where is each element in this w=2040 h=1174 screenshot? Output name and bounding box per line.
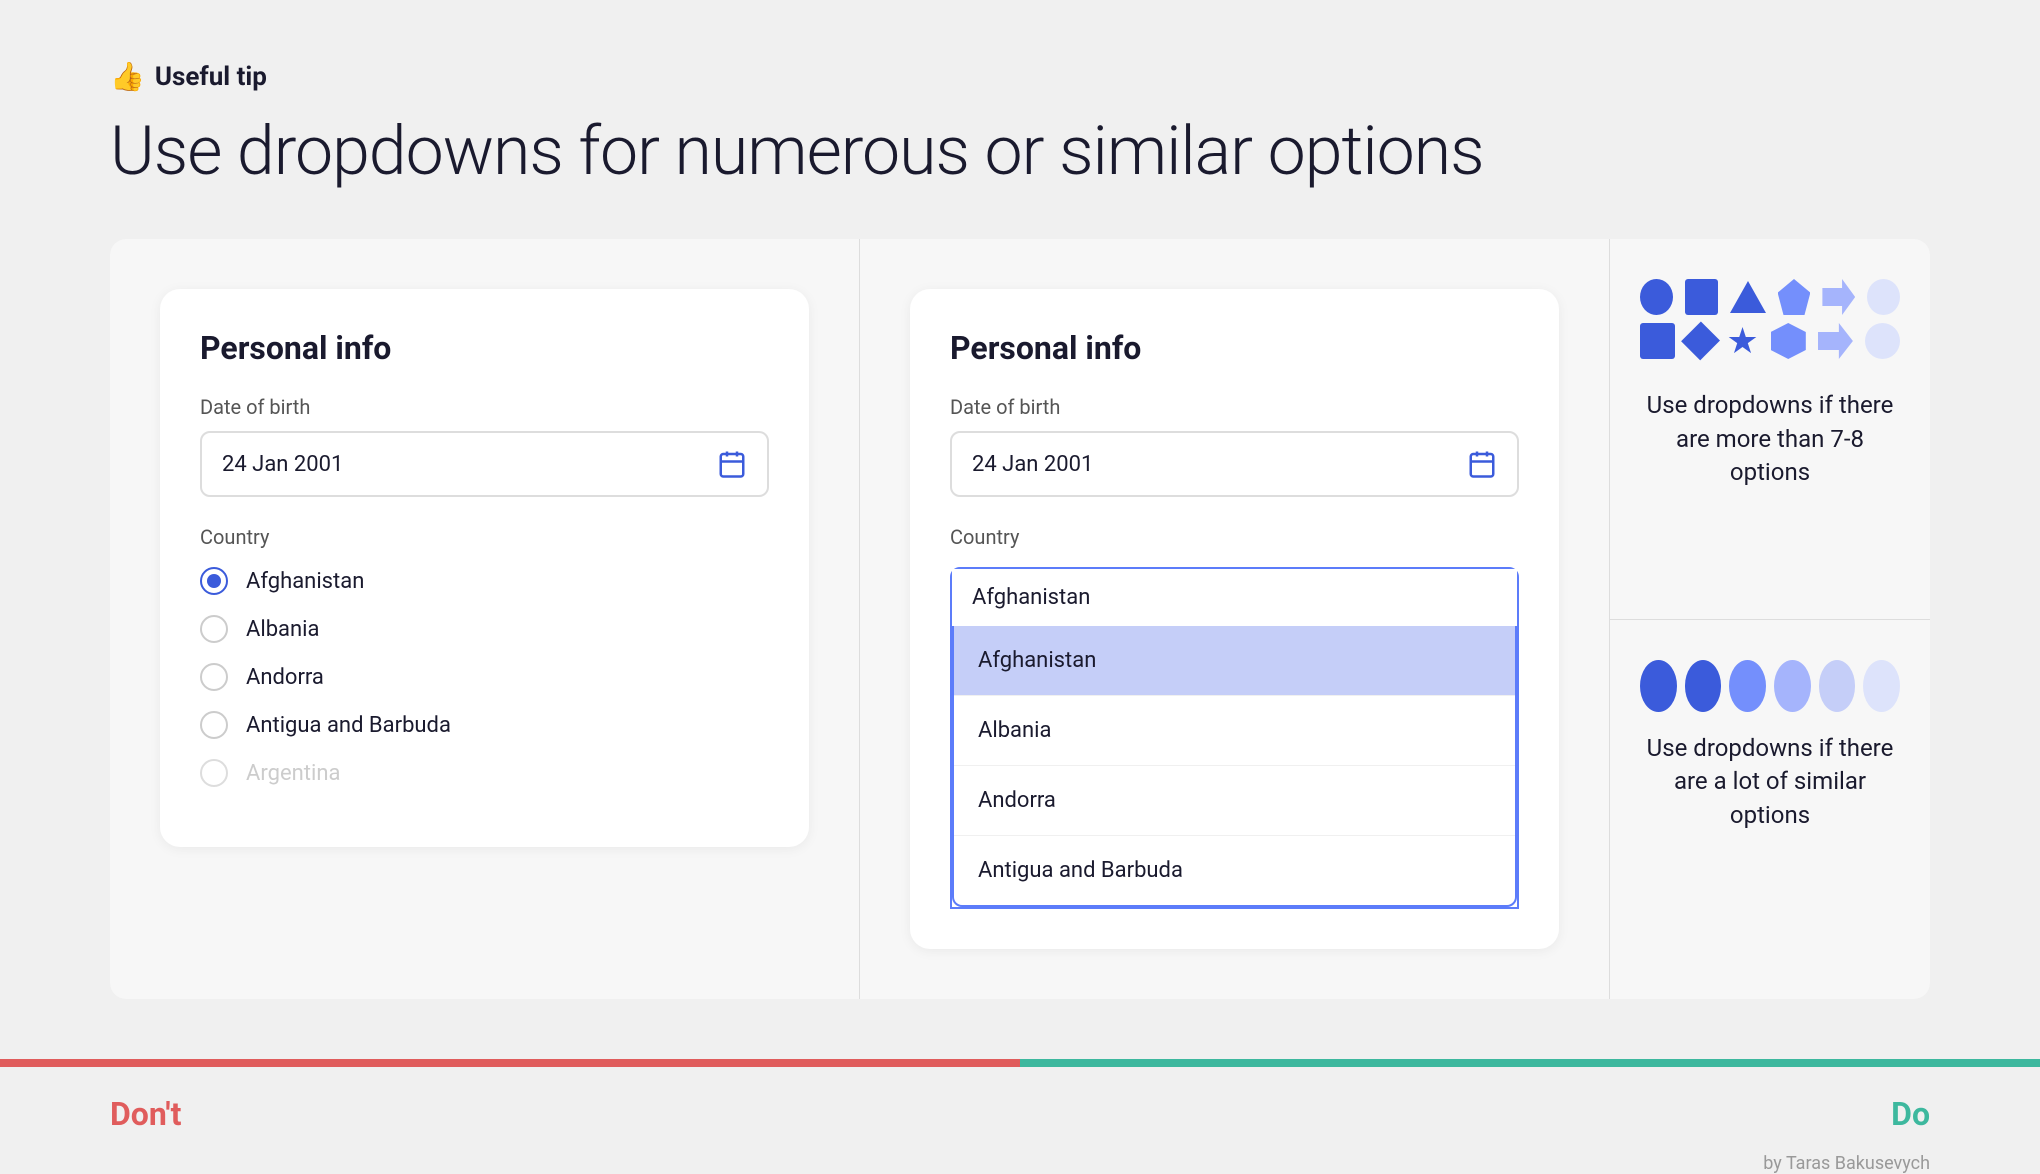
radio-item-andorra[interactable]: Andorra: [200, 663, 769, 691]
radio-label-afghanistan: Afghanistan: [246, 569, 364, 594]
circles-row: [1640, 660, 1900, 712]
dropdown-item-antigua[interactable]: Antigua and Barbuda: [954, 836, 1515, 905]
dropdown-item-andorra[interactable]: Andorra: [954, 766, 1515, 836]
radio-label-andorra: Andorra: [246, 665, 324, 690]
shape-pentagon-1: [1778, 279, 1811, 315]
thumbs-up-icon: 👍: [110, 60, 145, 93]
dont-bar: [0, 1059, 1020, 1067]
panel-right-top: ★ Use dropdowns if there are more than 7…: [1610, 239, 1930, 620]
do-label: Do: [1891, 1095, 1930, 1133]
country-dropdown[interactable]: Afghanistan Afghanistan Albania Andorra …: [950, 567, 1519, 909]
radio-label-albania: Albania: [246, 617, 320, 642]
circle-lighter-5: [1819, 660, 1856, 712]
panel-left: Personal info Date of birth 24 Jan 2001 …: [110, 239, 860, 999]
page-wrapper: 👍 Useful tip Use dropdowns for numerous …: [0, 0, 2040, 1059]
bottom-bars: [0, 1059, 2040, 1067]
panel-middle: Personal info Date of birth 24 Jan 2001 …: [860, 239, 1610, 999]
do-bar: [1020, 1059, 2040, 1067]
left-date-input[interactable]: 24 Jan 2001: [200, 431, 769, 497]
shape-circle-1: [1640, 279, 1673, 315]
middle-date-value: 24 Jan 2001: [972, 452, 1093, 477]
radio-label-antigua: Antigua and Barbuda: [246, 713, 451, 738]
circle-full-1: [1640, 660, 1677, 712]
panel-right: ★ Use dropdowns if there are more than 7…: [1610, 239, 1930, 999]
circle-lightest-6: [1863, 660, 1900, 712]
dont-label: Don't: [110, 1095, 181, 1133]
shape-circle-faded-1: [1867, 279, 1900, 315]
middle-country-label: Country: [950, 525, 1519, 549]
radio-circle-albania: [200, 615, 228, 643]
radio-circle-antigua: [200, 711, 228, 739]
shape-arrow-2: [1818, 323, 1853, 359]
shape-triangle-1: [1730, 281, 1766, 313]
shape-arrow-1: [1822, 279, 1855, 315]
dropdown-item-afghanistan[interactable]: Afghanistan: [954, 626, 1515, 696]
radio-label-argentina: Argentina: [246, 761, 340, 786]
circle-full-2: [1685, 660, 1722, 712]
radio-circle-argentina: [200, 759, 228, 787]
radio-item-antigua[interactable]: Antigua and Barbuda: [200, 711, 769, 739]
radio-circle-andorra: [200, 663, 228, 691]
middle-card-title: Personal info: [950, 329, 1519, 367]
left-date-label: Date of birth: [200, 395, 769, 419]
middle-calendar-icon: [1467, 449, 1497, 479]
content-area: Personal info Date of birth 24 Jan 2001 …: [110, 239, 1930, 999]
useful-tip-row: 👍 Useful tip: [110, 60, 1930, 93]
circle-medium-3: [1729, 660, 1766, 712]
dropdown-item-albania[interactable]: Albania: [954, 696, 1515, 766]
middle-date-input[interactable]: 24 Jan 2001: [950, 431, 1519, 497]
shape-rounded-1: [1771, 323, 1806, 359]
middle-form-card: Personal info Date of birth 24 Jan 2001 …: [910, 289, 1559, 949]
shape-diamond-1: [1681, 321, 1720, 360]
radio-item-afghanistan[interactable]: Afghanistan: [200, 567, 769, 595]
dropdown-list: Afghanistan Albania Andorra Antigua and …: [952, 626, 1517, 907]
left-card-title: Personal info: [200, 329, 769, 367]
shape-square-1: [1685, 279, 1718, 315]
circle-light-4: [1774, 660, 1811, 712]
radio-item-albania[interactable]: Albania: [200, 615, 769, 643]
left-date-value: 24 Jan 2001: [222, 452, 343, 477]
dropdown-trigger[interactable]: Afghanistan: [952, 569, 1517, 626]
dropdown-open-container: Afghanistan Afghanistan Albania Andorra …: [950, 567, 1519, 909]
useful-tip-label: Useful tip: [155, 62, 267, 92]
shape-circle-faded-2: [1865, 323, 1900, 359]
right-bottom-text: Use dropdowns if there are a lot of simi…: [1640, 732, 1900, 833]
panel-right-bottom: Use dropdowns if there are a lot of simi…: [1610, 620, 1930, 1000]
left-form-card: Personal info Date of birth 24 Jan 2001 …: [160, 289, 809, 847]
shape-square-2: [1640, 323, 1675, 359]
shape-star-1: ★: [1726, 323, 1758, 359]
radio-item-argentina[interactable]: Argentina: [200, 759, 769, 787]
dropdown-selected-value: Afghanistan: [972, 585, 1090, 610]
labels-row: Don't Do: [0, 1075, 2040, 1133]
left-calendar-icon: [717, 449, 747, 479]
attribution: by Taras Bakusevych: [0, 1133, 2040, 1174]
left-country-label: Country: [200, 525, 769, 549]
right-top-text: Use dropdowns if there are more than 7-8…: [1640, 389, 1900, 490]
middle-date-label: Date of birth: [950, 395, 1519, 419]
radio-circle-afghanistan: [200, 567, 228, 595]
main-title: Use dropdowns for numerous or similar op…: [110, 111, 1930, 191]
